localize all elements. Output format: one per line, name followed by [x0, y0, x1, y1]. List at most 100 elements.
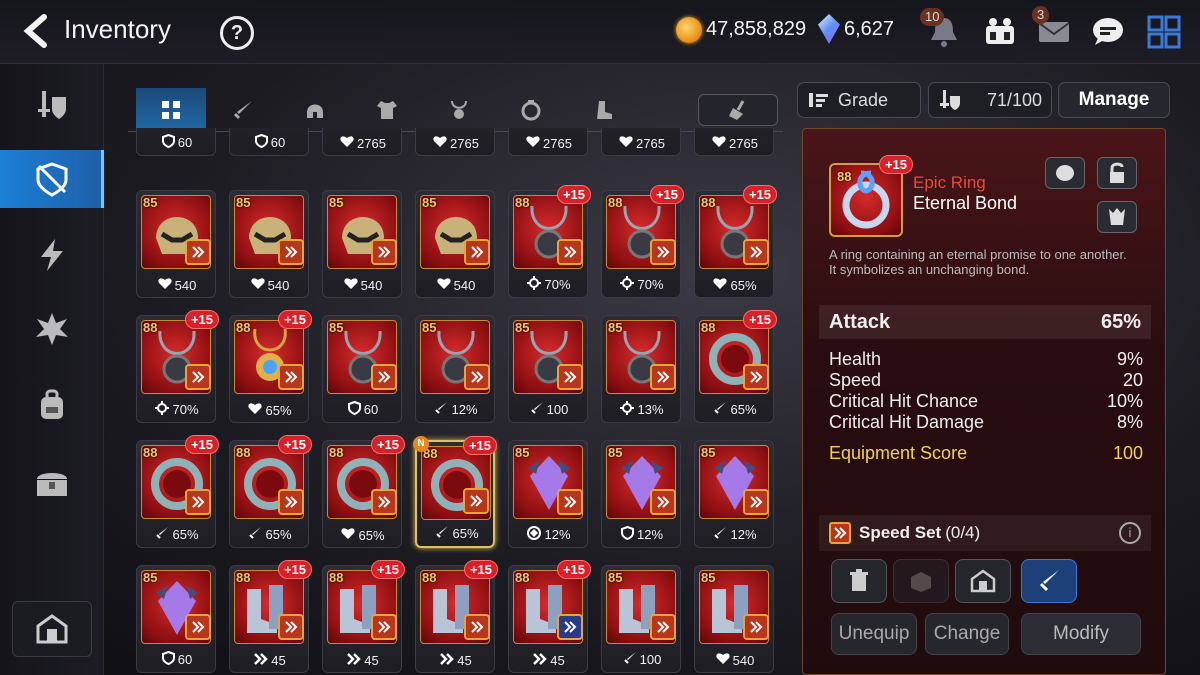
item-stat-value: 12%: [451, 402, 478, 417]
item-slot[interactable]: 85 540: [229, 190, 309, 298]
item-slot[interactable]: 85 540: [415, 190, 495, 298]
item-slot[interactable]: 88 +15 70%: [601, 185, 684, 298]
sword-icon: [623, 651, 637, 668]
tab-weapon[interactable]: [208, 88, 278, 132]
item-slot[interactable]: 88 +15 65%: [229, 435, 312, 548]
item-stat: 65%: [695, 401, 775, 418]
item-stat: 2765: [416, 135, 496, 151]
item-stat-value: 2765: [543, 135, 572, 151]
item-slot[interactable]: 60: [136, 128, 216, 156]
storehouse-button[interactable]: [955, 559, 1011, 603]
item-slot[interactable]: 85 100: [508, 315, 588, 423]
set-icon: [185, 239, 211, 265]
team-button[interactable]: [982, 14, 1018, 48]
item-slot[interactable]: 85 60: [322, 315, 402, 423]
item-slot[interactable]: 85 540: [136, 190, 216, 298]
sidebar-item-artifacts[interactable]: [0, 226, 104, 284]
item-stat: 2765: [509, 135, 589, 151]
item-slot[interactable]: 88 +15 65%: [694, 185, 777, 298]
menu-button[interactable]: [1146, 14, 1182, 49]
enhance-button[interactable]: [1021, 559, 1077, 603]
manage-button[interactable]: Manage: [1058, 82, 1170, 118]
capacity-button[interactable]: 71/100: [928, 82, 1052, 118]
item-slot[interactable]: 85 540: [322, 190, 402, 298]
sidebar-item-consumables[interactable]: [0, 376, 104, 434]
item-stat: 540: [416, 277, 496, 293]
item-slot[interactable]: 88 +15 N 65%: [413, 436, 497, 548]
item-level: 88: [515, 195, 530, 210]
item-stat-value: 45: [457, 653, 472, 668]
change-button[interactable]: Change: [925, 613, 1009, 655]
crystal-icon: [818, 14, 840, 44]
item-level: 85: [143, 570, 158, 585]
item-slot[interactable]: 88 +15 70%: [508, 185, 591, 298]
item-slot[interactable]: 88 +15 65%: [322, 435, 405, 548]
item-slot[interactable]: 88 +15 65%: [694, 310, 777, 423]
sidebar-item-gear[interactable]: [0, 150, 104, 208]
manage-label: Manage: [1078, 89, 1150, 110]
help-button[interactable]: ?: [220, 16, 254, 50]
notification-button[interactable]: 10: [920, 8, 962, 48]
item-plus-badge: +15: [370, 560, 405, 579]
heart-icon: [341, 527, 356, 543]
item-slot[interactable]: 88 +15 45: [229, 560, 312, 673]
extract-button[interactable]: [893, 559, 949, 603]
hero-preview-button[interactable]: [1097, 201, 1137, 233]
chat-button[interactable]: [1090, 14, 1126, 48]
modify-button[interactable]: Modify: [1021, 613, 1141, 655]
unequip-button[interactable]: Unequip: [831, 613, 917, 655]
item-slot[interactable]: 85 12%: [508, 440, 588, 548]
sidebar-item-materials[interactable]: [0, 300, 104, 358]
tab-armor[interactable]: [352, 88, 422, 132]
grade-sort-button[interactable]: Grade: [797, 82, 921, 118]
tab-ring[interactable]: [496, 88, 566, 132]
item-slot[interactable]: 85 12%: [415, 315, 495, 423]
item-slot[interactable]: 88 +15 45: [508, 560, 591, 673]
item-slot[interactable]: 2765: [694, 128, 774, 156]
item-slot[interactable]: 88 +15 70%: [136, 310, 219, 423]
item-stat-value: 2765: [729, 135, 758, 151]
item-slot[interactable]: 85 100: [601, 565, 681, 673]
tab-helmet[interactable]: [280, 88, 350, 132]
mail-button[interactable]: 3: [1032, 6, 1072, 48]
item-slot[interactable]: 88 +15 45: [415, 560, 498, 673]
back-button[interactable]: [18, 13, 54, 49]
set-icon: [278, 239, 304, 265]
item-slot[interactable]: 2765: [601, 128, 681, 156]
set-icon: [464, 364, 490, 390]
sell-button[interactable]: [831, 559, 887, 603]
item-level: 85: [608, 320, 623, 335]
item-slot[interactable]: 85 60: [136, 565, 216, 673]
sidebar-item-equipment[interactable]: [0, 76, 104, 134]
item-slot[interactable]: 85 12%: [601, 440, 681, 548]
tab-all[interactable]: [136, 88, 206, 132]
item-slot[interactable]: 88 +15 45: [322, 560, 405, 673]
crit-icon: [155, 401, 170, 418]
item-slot[interactable]: 2765: [322, 128, 402, 156]
item-stat: 70%: [509, 276, 589, 293]
set-icon: [743, 364, 769, 390]
item-slot[interactable]: 85 12%: [694, 440, 774, 548]
storehouse-button[interactable]: [12, 601, 92, 657]
item-stat-value: 65%: [265, 527, 292, 542]
set-icon: [463, 488, 489, 514]
item-slot[interactable]: 2765: [415, 128, 495, 156]
sort-filter-button[interactable]: [698, 94, 778, 126]
item-slot[interactable]: 88 +15 65%: [136, 435, 219, 548]
item-slot[interactable]: 88 +15 65%: [229, 310, 312, 423]
item-slot[interactable]: 2765: [508, 128, 588, 156]
sidebar-item-chests[interactable]: [0, 454, 104, 512]
lock-button[interactable]: [1097, 157, 1137, 189]
item-level: 85: [329, 320, 344, 335]
info-icon[interactable]: i: [1119, 522, 1141, 544]
sort-icon: [809, 93, 828, 107]
item-slot[interactable]: 85 540: [694, 565, 774, 673]
item-slot[interactable]: 60: [229, 128, 309, 156]
set-name: Speed Set: [859, 523, 942, 542]
substat-value: 10%: [1106, 391, 1143, 411]
item-slot[interactable]: 85 13%: [601, 315, 681, 423]
tab-necklace[interactable]: [424, 88, 494, 132]
sword-icon: [155, 526, 169, 543]
share-button[interactable]: [1045, 157, 1085, 189]
tab-boots[interactable]: [568, 88, 638, 132]
